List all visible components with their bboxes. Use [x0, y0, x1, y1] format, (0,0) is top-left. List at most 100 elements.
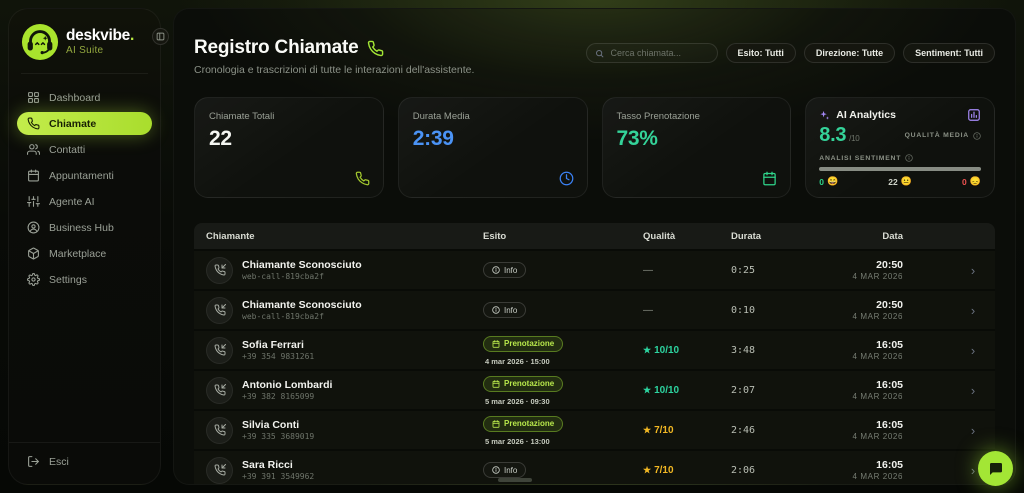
caller-id: +39 391 3549962	[242, 472, 314, 481]
caller-name: Silvia Conti	[242, 419, 314, 432]
sidebar-menu: Dashboard Chiamate Contatti Appuntamenti…	[9, 74, 160, 303]
caller-avatar	[206, 457, 233, 484]
logout-icon	[27, 455, 40, 468]
caller-id: +39 382 8165099	[242, 392, 332, 401]
quality-rating: ★—	[643, 265, 731, 276]
table-row[interactable]: Silvia Conti +39 335 3689019 Prenotazion…	[194, 409, 995, 449]
sidebar-item-settings[interactable]: Settings	[17, 268, 152, 291]
call-duration: 2:07	[731, 385, 817, 396]
chevron-right-icon[interactable]: ›	[951, 343, 995, 358]
chat-bubble-icon	[988, 461, 1004, 477]
stat-value: 22	[209, 127, 369, 151]
esito-label: Prenotazione	[504, 339, 554, 348]
table-row[interactable]: Sofia Ferrari +39 354 9831261 Prenotazio…	[194, 329, 995, 369]
calendar-icon	[492, 380, 500, 388]
stat-card-chiamate-totali: Chiamate Totali 22	[194, 97, 384, 198]
sidebar-item-label: Dashboard	[49, 92, 100, 104]
happy-emoji-icon: 😄	[827, 176, 838, 187]
table-body: Chiamante Sconosciuto web-call-819cba2f …	[194, 249, 995, 485]
caller-id: web-call-819cba2f	[242, 312, 362, 321]
incoming-call-icon	[214, 344, 226, 356]
filter-sentiment[interactable]: Sentiment: Tutti	[903, 43, 995, 63]
star-icon: ★	[643, 465, 651, 476]
calendar-icon	[492, 340, 500, 348]
page-title: Registro Chiamate	[194, 37, 358, 59]
filter-esito[interactable]: Esito: Tutti	[726, 43, 796, 63]
table-row[interactable]: Antonio Lombardi +39 382 8165099 Prenota…	[194, 369, 995, 409]
esito-info-badge: Info	[483, 462, 526, 478]
table-header: Chiamante Esito Qualità Durata Data	[194, 223, 995, 249]
chevron-right-icon[interactable]: ›	[951, 423, 995, 438]
sidebar-item-label: Marketplace	[49, 248, 106, 260]
sidebar-item-marketplace[interactable]: Marketplace	[17, 242, 152, 265]
incoming-call-icon	[214, 304, 226, 316]
stat-card-ai-analytics: AI Analytics 8.3/10 QUALITÀ MEDIA ANALIS…	[805, 97, 995, 198]
filter-direzione[interactable]: Direzione: Tutte	[804, 43, 895, 63]
call-duration: 2:06	[731, 465, 817, 476]
sidebar-item-label: Business Hub	[49, 222, 114, 234]
sentiment-positive: 0😄	[819, 176, 838, 187]
quality-rating: ★10/10	[643, 385, 731, 396]
chevron-right-icon[interactable]: ›	[951, 383, 995, 398]
table-row[interactable]: Sara Ricci +39 391 3549962 Info Info ★7/…	[194, 449, 995, 485]
star-icon: ★	[643, 385, 651, 396]
search-input[interactable]	[586, 43, 718, 63]
esito-info-badge: Info	[483, 302, 526, 318]
brand-logo: deskvibe. AI Suite	[9, 9, 160, 73]
phone-icon	[355, 171, 370, 186]
column-header-esito: Esito	[483, 231, 643, 242]
star-icon: ★	[643, 425, 651, 436]
sentiment-neutral: 22😐	[888, 176, 912, 187]
info-icon	[492, 266, 500, 274]
esito-label: Info	[504, 466, 517, 475]
call-time: 20:50	[817, 299, 903, 311]
call-time: 16:05	[817, 459, 903, 471]
logout-button[interactable]: Esci	[27, 455, 142, 468]
phone-icon	[27, 117, 40, 130]
contacts-icon	[27, 143, 40, 156]
caller-avatar	[206, 417, 233, 444]
info-icon[interactable]	[973, 132, 981, 140]
chevron-right-icon[interactable]: ›	[951, 303, 995, 318]
booking-datetime: 5 mar 2026 · 13:00	[483, 437, 643, 446]
calendar-icon	[492, 420, 500, 428]
call-time: 16:05	[817, 419, 903, 431]
deskvibe-mascot-icon	[21, 23, 59, 61]
esito-booking-badge: Prenotazione	[483, 336, 563, 352]
gear-icon	[27, 273, 40, 286]
logout-label: Esci	[49, 456, 69, 468]
caller-avatar	[206, 297, 233, 324]
table-row[interactable]: Chiamante Sconosciuto web-call-819cba2f …	[194, 289, 995, 329]
sidebar-item-label: Agente AI	[49, 196, 95, 208]
caller-name: Antonio Lombardi	[242, 379, 332, 392]
info-icon[interactable]	[905, 154, 913, 162]
sidebar-collapse-button[interactable]	[152, 28, 169, 45]
esito-info-badge: Info	[483, 262, 526, 278]
stat-label: Chiamate Totali	[209, 111, 369, 122]
sidebar-item-business-hub[interactable]: Business Hub	[17, 216, 152, 239]
bar-chart-icon[interactable]	[967, 108, 981, 122]
sidebar-item-agente-ai[interactable]: Agente AI	[17, 190, 152, 213]
caller-avatar	[206, 257, 233, 284]
ai-score: 8.3/10	[819, 124, 859, 147]
chevron-right-icon[interactable]: ›	[951, 263, 995, 278]
sidebar-item-label: Contatti	[49, 144, 85, 156]
quality-rating: ★10/10	[643, 345, 731, 356]
sidebar-item-appuntamenti[interactable]: Appuntamenti	[17, 164, 152, 187]
horizontal-scrollbar-thumb[interactable]	[498, 478, 532, 482]
neutral-emoji-icon: 😐	[901, 176, 912, 187]
table-row[interactable]: Chiamante Sconosciuto web-call-819cba2f …	[194, 249, 995, 289]
chat-fab-button[interactable]	[978, 451, 1013, 486]
sidebar-item-contatti[interactable]: Contatti	[17, 138, 152, 161]
sidebar-item-chiamate[interactable]: Chiamate	[17, 112, 152, 135]
quality-rating: ★7/10	[643, 425, 731, 436]
calendar-icon	[27, 169, 40, 182]
sidebar-item-label: Settings	[49, 274, 87, 286]
stats-row: Chiamate Totali 22 Durata Media 2:39 Tas…	[194, 97, 995, 198]
clock-icon	[559, 171, 574, 186]
booking-datetime: 4 mar 2026 · 15:00	[483, 357, 643, 366]
call-duration: 0:10	[731, 305, 817, 316]
sidebar-item-dashboard[interactable]: Dashboard	[17, 86, 152, 109]
incoming-call-icon	[214, 264, 226, 276]
call-time: 16:05	[817, 339, 903, 351]
